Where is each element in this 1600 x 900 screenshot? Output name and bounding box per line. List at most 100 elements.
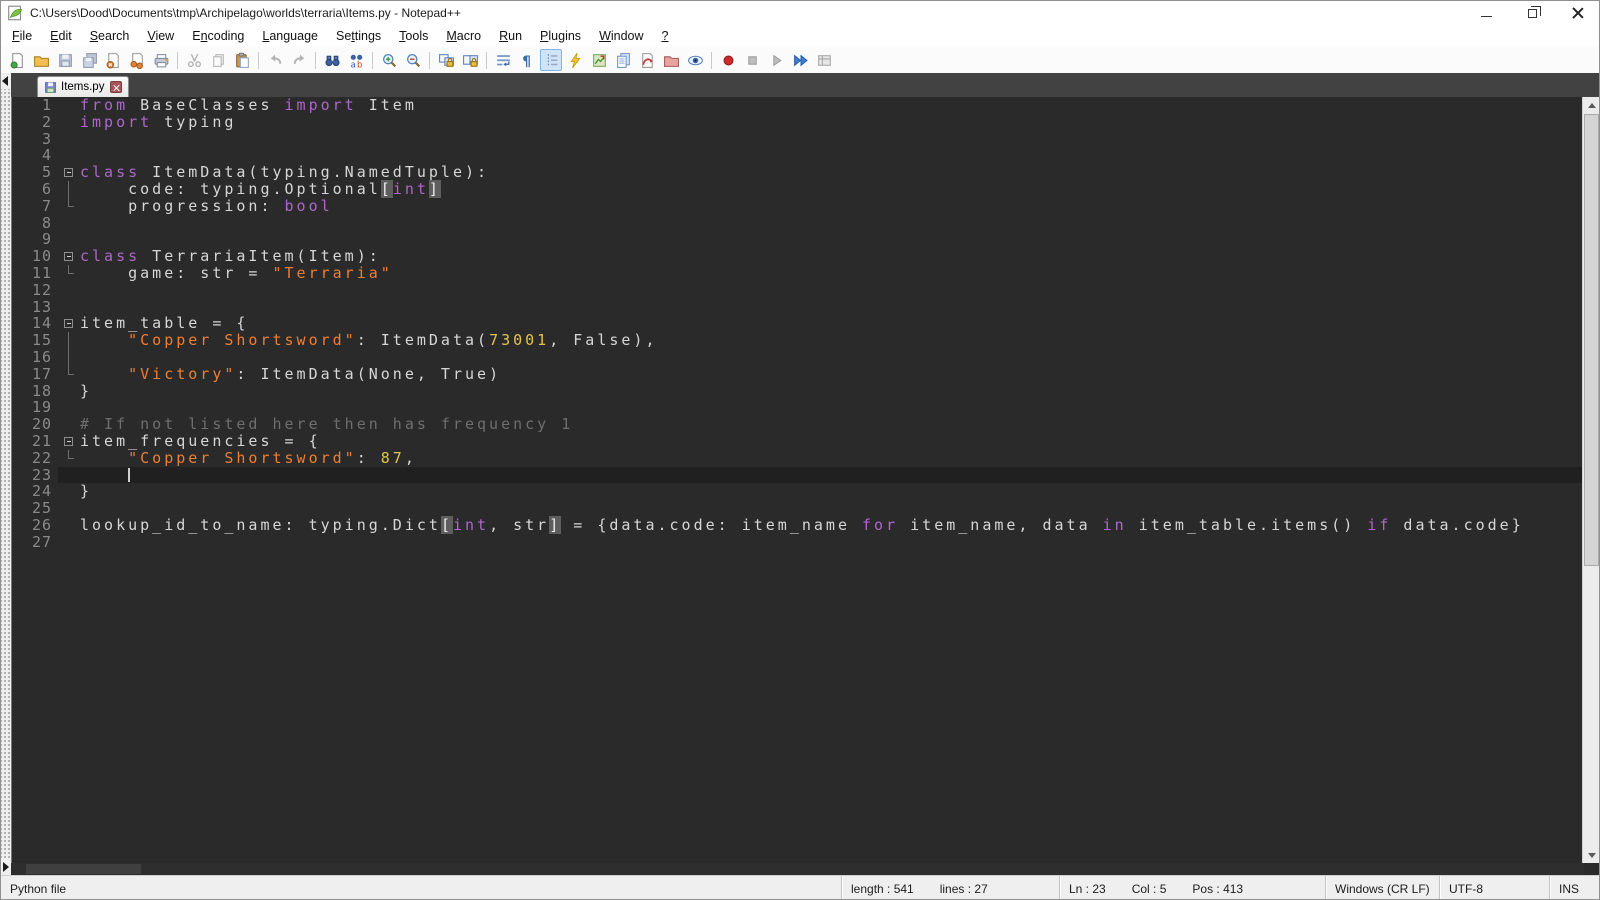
toolbar-cut-button[interactable]: [183, 49, 205, 71]
toolbar-monitoring-button[interactable]: [684, 49, 706, 71]
toolbar-replace-button[interactable]: ab: [345, 49, 367, 71]
toolbar-copy-button[interactable]: [207, 49, 229, 71]
code-line[interactable]: 22 "Copper Shortsword": 87,: [12, 450, 1584, 467]
menu-item-plugins[interactable]: Plugins: [531, 27, 590, 45]
code-line[interactable]: 27: [12, 534, 1584, 551]
code-line[interactable]: 15 "Copper Shortsword": ItemData(73001, …: [12, 332, 1584, 349]
horizontal-scrollbar[interactable]: [11, 863, 1584, 875]
toolbar-paste-button[interactable]: [231, 49, 253, 71]
code-line[interactable]: 12: [12, 282, 1584, 299]
toolbar-document-map-button[interactable]: [588, 49, 610, 71]
menu-item-file[interactable]: File: [3, 27, 41, 45]
code-line[interactable]: 2import typing: [12, 114, 1584, 131]
toolbar-stop-macro-button[interactable]: [741, 49, 763, 71]
fold-collapse-icon[interactable]: [64, 168, 73, 177]
scroll-down-button[interactable]: [1583, 847, 1600, 863]
line-number: 5: [12, 164, 58, 181]
code-line[interactable]: 5class ItemData(typing.NamedTuple):: [12, 164, 1584, 181]
code-line[interactable]: 4: [12, 147, 1584, 164]
toolbar-find-button[interactable]: [321, 49, 343, 71]
toolbar-function-list-button[interactable]: [564, 49, 586, 71]
code-text: [80, 131, 1584, 148]
code-line[interactable]: 6 code: typing.Optional[int]: [12, 181, 1584, 198]
vertical-scrollbar[interactable]: [1582, 97, 1599, 863]
toolbar-save-macro-button[interactable]: [813, 49, 835, 71]
menu-item-window[interactable]: Window: [590, 27, 652, 45]
fold-margin[interactable]: [58, 315, 80, 332]
code-editor[interactable]: 1from BaseClasses import Item2import typ…: [11, 97, 1584, 863]
horizontal-scrollbar-thumb[interactable]: [26, 864, 141, 874]
code-text: "Copper Shortsword": ItemData(73001, Fal…: [80, 332, 1584, 349]
toolbar-save-button[interactable]: [54, 49, 76, 71]
code-line[interactable]: 25: [12, 500, 1584, 517]
tab-close-icon[interactable]: [110, 81, 122, 93]
code-line-current[interactable]: 23: [12, 467, 1584, 484]
toolbar-zoom-out-button[interactable]: [402, 49, 424, 71]
code-line[interactable]: 1from BaseClasses import Item: [12, 97, 1584, 114]
code-line[interactable]: 19: [12, 399, 1584, 416]
toolbar-print-button[interactable]: [150, 49, 172, 71]
fold-collapse-icon[interactable]: [64, 252, 73, 261]
menu-item-tools[interactable]: Tools: [390, 27, 437, 45]
code-line[interactable]: 21item_frequencies = {: [12, 433, 1584, 450]
toolbar-show-indent-guide-button[interactable]: [540, 49, 562, 71]
menu-item-search[interactable]: Search: [81, 27, 139, 45]
code-line[interactable]: 10class TerrariaItem(Item):: [12, 248, 1584, 265]
code-line[interactable]: 16: [12, 349, 1584, 366]
fold-margin[interactable]: [58, 433, 80, 450]
toolbar-file-browser-button[interactable]: [636, 49, 658, 71]
fold-margin[interactable]: [58, 164, 80, 181]
toolbar-new-file-button[interactable]: [6, 49, 28, 71]
dock-grip[interactable]: [1, 73, 11, 875]
vertical-scrollbar-thumb[interactable]: [1584, 114, 1599, 566]
code-line[interactable]: 20# If not listed here then has frequenc…: [12, 416, 1584, 433]
code-line[interactable]: 17 "Victory": ItemData(None, True): [12, 366, 1584, 383]
fold-collapse-icon[interactable]: [64, 437, 73, 446]
toolbar-save-all-button[interactable]: [78, 49, 100, 71]
code-line[interactable]: 24}: [12, 483, 1584, 500]
toolbar-sync-vertical-scroll-button[interactable]: [435, 49, 457, 71]
menu-item-run[interactable]: Run: [490, 27, 531, 45]
toolbar-close-all-button[interactable]: [126, 49, 148, 71]
toolbar-sync-horizontal-scroll-button[interactable]: [459, 49, 481, 71]
menu-item-macro[interactable]: Macro: [437, 27, 490, 45]
code-line[interactable]: 11 game: str = "Terraria": [12, 265, 1584, 282]
code-line[interactable]: 13: [12, 299, 1584, 316]
toolbar-word-wrap-button[interactable]: [492, 49, 514, 71]
toolbar-zoom-in-button[interactable]: [378, 49, 400, 71]
fold-margin[interactable]: [58, 248, 80, 265]
menu-item-edit[interactable]: Edit: [41, 27, 81, 45]
toolbar-close-button[interactable]: [102, 49, 124, 71]
code-line[interactable]: 7 progression: bool: [12, 198, 1584, 215]
scroll-tabs-left-icon[interactable]: [2, 76, 8, 86]
menu-item-settings[interactable]: Settings: [327, 27, 390, 45]
close-button[interactable]: [1555, 1, 1600, 25]
menu-item-view[interactable]: View: [138, 27, 183, 45]
menu-item-help[interactable]: ?: [653, 27, 678, 45]
code-line[interactable]: 9: [12, 231, 1584, 248]
code-line[interactable]: 8: [12, 215, 1584, 232]
toolbar-undo-button[interactable]: [264, 49, 286, 71]
menu-item-language[interactable]: Language: [253, 27, 327, 45]
restore-button[interactable]: [1509, 1, 1555, 25]
minimize-button[interactable]: [1463, 1, 1509, 25]
toolbar-document-list-button[interactable]: [612, 49, 634, 71]
toolbar-play-macro-button[interactable]: [765, 49, 787, 71]
toolbar-open-button[interactable]: [30, 49, 52, 71]
toolbar-show-all-characters-button[interactable]: ¶: [516, 49, 538, 71]
menu-item-encoding[interactable]: Encoding: [183, 27, 253, 45]
code-line[interactable]: 14item_table = {: [12, 315, 1584, 332]
toolbar-redo-button[interactable]: [288, 49, 310, 71]
code-line[interactable]: 3: [12, 131, 1584, 148]
fold-collapse-icon[interactable]: [64, 319, 73, 328]
toolbar-run-macro-multiple-button[interactable]: [789, 49, 811, 71]
code-line[interactable]: 26lookup_id_to_name: typing.Dict[int, st…: [12, 517, 1584, 534]
scroll-tabs-right-icon[interactable]: [3, 862, 9, 872]
replace-icon: ab: [348, 52, 365, 69]
toolbar-record-macro-button[interactable]: [717, 49, 739, 71]
tab-items-py[interactable]: Items.py: [37, 76, 129, 97]
find-icon: [324, 52, 341, 69]
toolbar-folder-as-workspace-button[interactable]: [660, 49, 682, 71]
code-line[interactable]: 18}: [12, 383, 1584, 400]
scroll-up-button[interactable]: [1583, 97, 1600, 113]
